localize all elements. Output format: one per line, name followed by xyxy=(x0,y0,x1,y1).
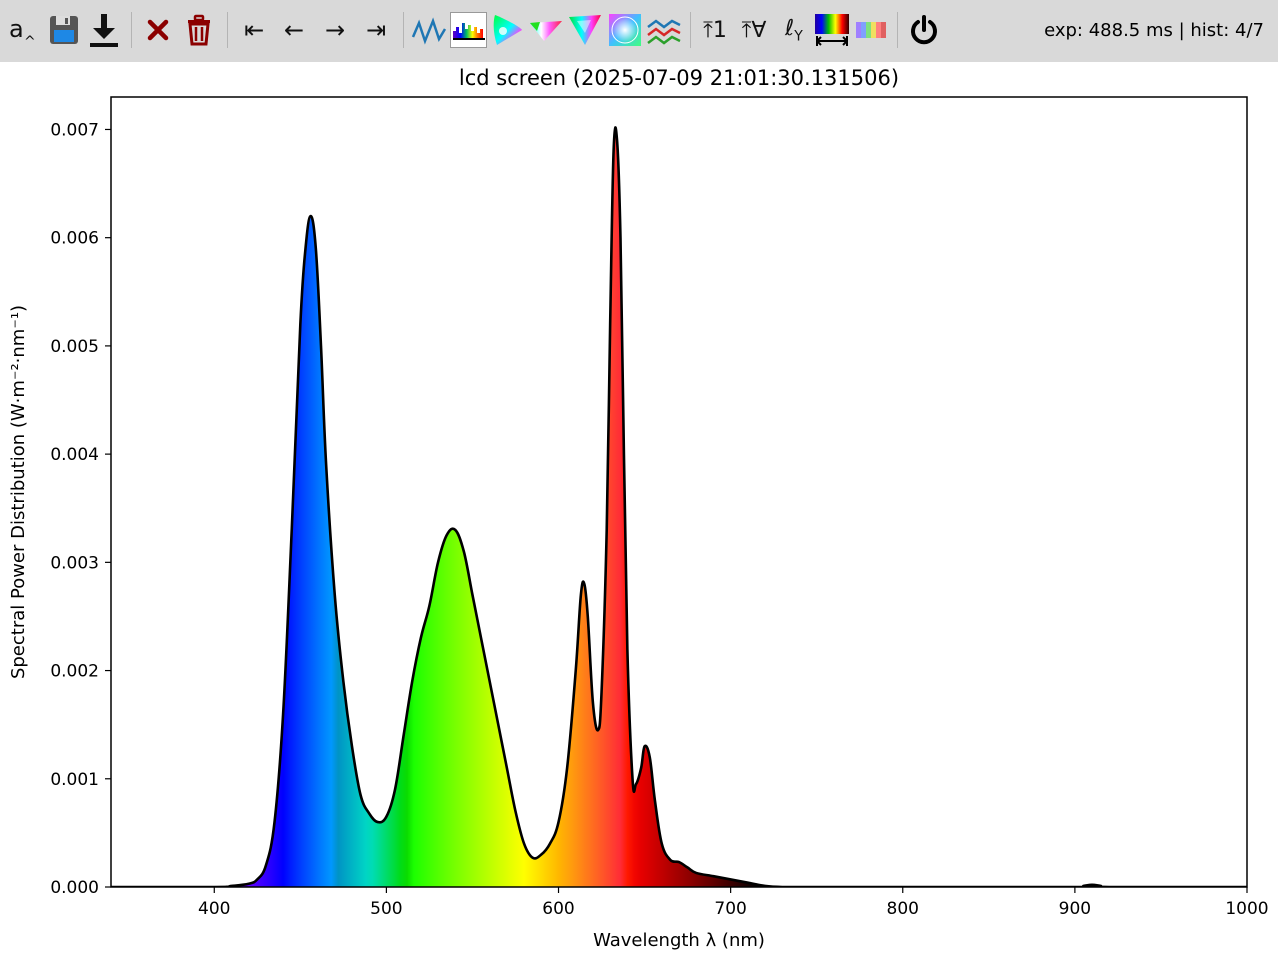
plot-area xyxy=(111,126,1247,887)
cie-1976-icon xyxy=(569,15,601,45)
spectrum-colored-icon xyxy=(452,23,485,40)
y-tick-label: 0.005 xyxy=(50,337,99,357)
cie-1960-icon xyxy=(530,21,562,41)
toolbar-separator xyxy=(227,12,228,48)
cie-1931-icon xyxy=(493,15,522,45)
x-tick-label: 600 xyxy=(542,899,574,919)
color-swatches-button[interactable] xyxy=(854,10,888,50)
chart-title: lcd screen (2025-07-09 21:01:30.131506) xyxy=(459,66,899,90)
toolbar-separator xyxy=(690,12,691,48)
power-button[interactable] xyxy=(906,10,942,50)
normalize-all-button[interactable]: ⤒∀ xyxy=(736,10,772,50)
svg-text:a: a xyxy=(9,15,24,43)
cie1960-view-button[interactable] xyxy=(528,10,564,50)
x-tick-label: 900 xyxy=(1059,899,1091,919)
normalize-one-icon: ⤒1 xyxy=(703,17,727,43)
y-tick-label: 0.004 xyxy=(50,445,99,465)
spectrum-line-icon xyxy=(411,17,447,45)
cie1931-view-button[interactable] xyxy=(490,10,526,50)
download-icon xyxy=(90,14,118,47)
auto-exposure-icon: a ^ xyxy=(9,15,36,50)
y-tick-label: 0.002 xyxy=(50,662,99,682)
x-tick-label: 500 xyxy=(370,899,402,919)
y-axis-label: Spectral Power Distribution (W·m⁻²·nm⁻¹) xyxy=(8,305,29,679)
auto-exposure-button[interactable]: a ^ xyxy=(6,10,40,50)
toolbar: a ^ ⇤ ← → ⇥ ⤒1 ⤒∀ ℓY exp: 488.5 ms | his… xyxy=(0,0,1278,62)
toolbar-separator xyxy=(131,12,132,48)
floppy-disk-icon xyxy=(50,16,78,44)
spectrum-area xyxy=(111,127,1247,887)
x-axis-label: Wavelength λ (nm) xyxy=(593,930,765,951)
luminance-button[interactable]: ℓY xyxy=(778,10,810,50)
next-button[interactable]: → xyxy=(319,10,351,50)
normalize-all-icon: ⤒∀ xyxy=(741,17,767,43)
close-icon xyxy=(147,19,169,41)
spectrum-colored-view-button[interactable] xyxy=(450,12,487,48)
cie1976-view-button[interactable] xyxy=(566,10,604,50)
arrow-to-start-icon: ⇤ xyxy=(243,16,265,44)
y-tick-label: 0.006 xyxy=(50,229,99,249)
download-button[interactable] xyxy=(86,10,122,50)
toolbar-separator xyxy=(897,12,898,48)
x-tick-label: 400 xyxy=(198,899,230,919)
save-button[interactable] xyxy=(46,10,82,50)
y-axis: 0.000 0.001 0.002 0.003 0.004 0.005 0.006 0.007 xyxy=(50,120,111,898)
previous-button[interactable]: ← xyxy=(278,10,310,50)
spectrum-chart: lcd screen (2025-07-09 21:01:30.131506) … xyxy=(8,66,1269,951)
toolbar-separator xyxy=(403,12,404,48)
spectrum-line-view-button[interactable] xyxy=(410,10,448,50)
luminance-icon: ℓY xyxy=(785,15,803,45)
arrow-to-end-icon: ⇥ xyxy=(365,16,387,44)
first-button[interactable]: ⇤ xyxy=(238,10,270,50)
trash-icon xyxy=(188,14,210,46)
arrow-right-icon: → xyxy=(324,16,346,44)
x-tick-label: 1000 xyxy=(1225,899,1268,919)
svg-text:^: ^ xyxy=(24,34,36,50)
multi-line-icon xyxy=(647,19,681,45)
x-tick-label: 800 xyxy=(887,899,919,919)
last-button[interactable]: ⇥ xyxy=(360,10,392,50)
status-text: exp: 488.5 ms | hist: 4/7 xyxy=(1044,20,1264,41)
clear-button[interactable] xyxy=(142,10,174,50)
arrow-left-icon: ← xyxy=(283,16,305,44)
x-tick-label: 700 xyxy=(714,899,746,919)
wavelength-range-icon xyxy=(815,14,849,46)
y-tick-label: 0.001 xyxy=(50,770,99,790)
y-tick-label: 0.003 xyxy=(50,553,99,573)
compare-view-button[interactable] xyxy=(645,10,683,50)
y-tick-label: 0.007 xyxy=(50,120,99,140)
y-tick-label: 0.000 xyxy=(50,878,99,898)
color-swatches-icon xyxy=(856,22,886,38)
x-axis: 400 500 600 700 800 900 1000 xyxy=(198,887,1269,919)
color-wheel-icon xyxy=(609,14,641,46)
normalize-one-button[interactable]: ⤒1 xyxy=(698,10,732,50)
power-icon xyxy=(911,15,937,45)
delete-button[interactable] xyxy=(182,10,216,50)
color-wheel-view-button[interactable] xyxy=(606,10,644,50)
wavelength-range-button[interactable] xyxy=(813,10,851,50)
